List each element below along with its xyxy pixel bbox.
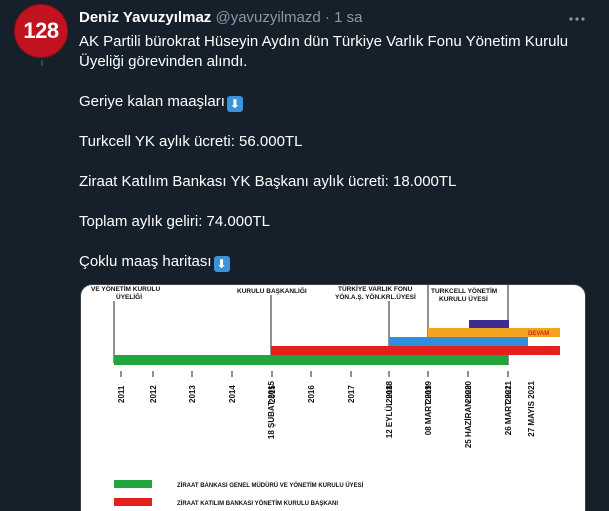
legend-swatch-red [114, 498, 152, 506]
remaining-salaries-text: Geriye kalan maaşları [79, 93, 225, 110]
devam-label-orange: DEVAM [528, 331, 549, 337]
top-label: TÜRKİYE VARLIK FONU [338, 285, 413, 293]
tweet-text-line-1: AK Partili bürokrat Hüseyin Aydın dün Tü… [79, 33, 569, 50]
tweet-text-line-2: Üyeliği görevinden alındı. [79, 53, 248, 70]
legend-label-red: ZİRAAT KATILIM BANKASI YÖNETİM KURULU BA… [177, 500, 338, 507]
date-label: 25 HAZİRAN 2020 [464, 380, 473, 448]
tweet-text-line-6: Toplam aylık geliri: 74.000TL [79, 213, 270, 230]
date-label: 12 EYLÜL 2018 [385, 380, 394, 438]
top-label: KURULU BAŞKANLIĞI [237, 286, 307, 295]
year-label: 2011 [117, 385, 126, 403]
tweet-image[interactable]: VE YÖNETİM KURULU ÜYELİĞİ KURULU BAŞKANL… [80, 284, 586, 511]
tweet-text-line-4: Turkcell YK aylık ücreti: 56.000TL [79, 133, 303, 150]
year-label: 2012 [149, 385, 158, 403]
legend-label-green: ZİRAAT BANKASI GENEL MÜDÜRÜ VE YÖNETİM K… [177, 482, 364, 489]
tweet-text-line-5: Ziraat Katılım Bankası YK Başkanı aylık … [79, 173, 457, 190]
timestamp[interactable]: 1 sa [334, 9, 362, 26]
purple-bar [469, 320, 509, 328]
blue-bar [389, 337, 528, 346]
date-label: 27 MAYIS 2021 [527, 380, 536, 436]
top-label: TURKCELL YÖNETİM [431, 286, 497, 295]
salary-map-text: Çoklu maaş haritası [79, 253, 212, 270]
more-horizontal-icon[interactable] [568, 9, 586, 27]
thread-line [41, 60, 43, 66]
tweet-header: Deniz Yavuzyılmaz @yavuzyilmazd · 1 sa [79, 9, 362, 27]
legend-swatch-green [114, 480, 152, 488]
devam-label-red: DEVAM [528, 349, 549, 355]
avatar[interactable]: 128 [14, 4, 68, 58]
avatar-text: 128 [23, 18, 59, 43]
top-label: YÖN.A.Ş. YÖN.KRL.ÜYESİ [335, 292, 416, 301]
salary-timeline-image: VE YÖNETİM KURULU ÜYELİĞİ KURULU BAŞKANL… [91, 285, 560, 507]
tweet-text-line-7: Çoklu maaş haritası ⬇ [79, 252, 230, 272]
year-label: 2016 [307, 385, 316, 403]
down-arrow-emoji-icon: ⬇ [226, 96, 243, 112]
top-label: VE YÖNETİM KURULU [91, 285, 161, 293]
green-bar [114, 355, 508, 365]
tweet-text-line-3: Geriye kalan maaşları ⬇ [79, 92, 243, 112]
year-label: 2013 [188, 385, 197, 403]
top-label: KURULU ÜYESİ [439, 294, 488, 303]
user-handle[interactable]: @yavuzyilmazd [215, 9, 320, 26]
date-label: 08 MART 2019 [424, 380, 433, 435]
year-axis: 2011 2012 2013 2014 2015 2016 2017 2018 2019 2020… [117, 371, 513, 403]
year-label: 2017 [347, 385, 356, 403]
date-label: 26 MART 2021 [504, 380, 513, 435]
year-label: 2014 [228, 385, 237, 403]
down-arrow-emoji-icon: ⬇ [213, 256, 230, 272]
top-label: ÜYELİĞİ [116, 292, 142, 301]
date-label: 18 ŞUBAT 2015 [267, 380, 276, 439]
display-name[interactable]: Deniz Yavuzyılmaz [79, 9, 211, 26]
red-bar [271, 346, 560, 355]
separator-dot: · [324, 9, 330, 26]
